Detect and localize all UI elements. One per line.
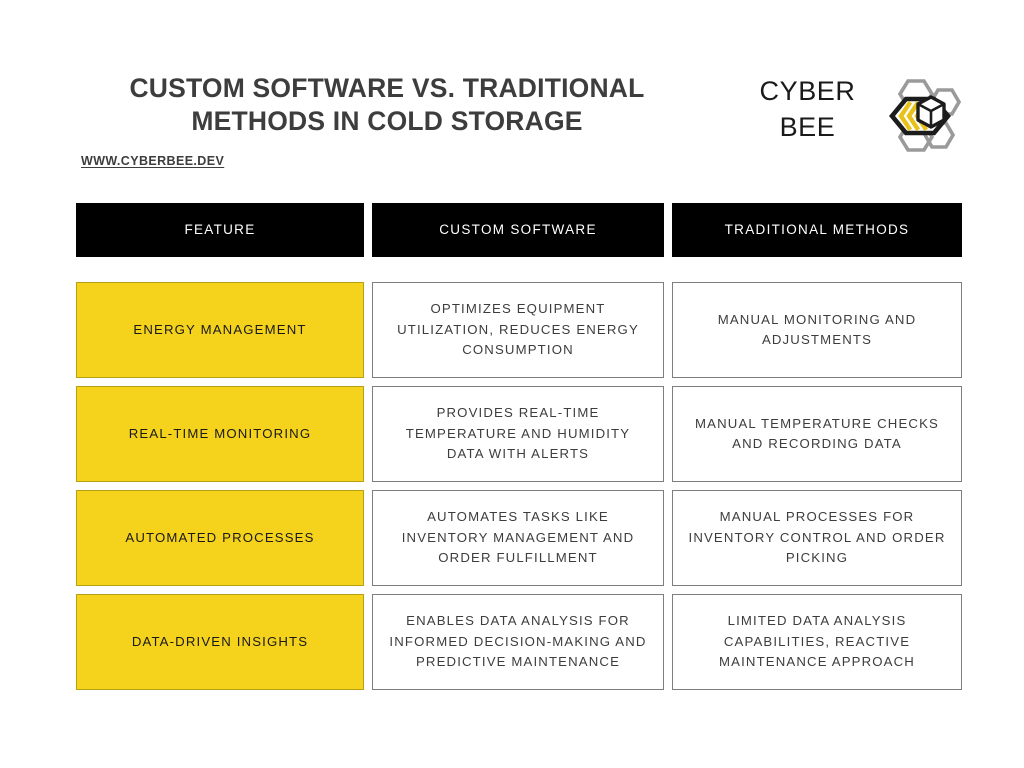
custom-software-cell: PROVIDES REAL-TIME TEMPERATURE AND HUMID… — [372, 386, 664, 482]
table-header-row: FEATURE CUSTOM SOFTWARE TRADITIONAL METH… — [76, 203, 962, 257]
table-row: DATA-DRIVEN INSIGHTS ENABLES DATA ANALYS… — [76, 594, 962, 690]
table-row: ENERGY MANAGEMENT OPTIMIZES EQUIPMENT UT… — [76, 282, 962, 378]
comparison-table: FEATURE CUSTOM SOFTWARE TRADITIONAL METH… — [76, 203, 962, 690]
brand-name: CYBER BEE — [759, 76, 856, 142]
slide-canvas: CUSTOM SOFTWARE VS. TRADITIONAL METHODS … — [0, 0, 1024, 768]
traditional-methods-cell: MANUAL TEMPERATURE CHECKS AND RECORDING … — [672, 386, 962, 482]
page-title: CUSTOM SOFTWARE VS. TRADITIONAL METHODS … — [129, 73, 645, 136]
table-row: AUTOMATED PROCESSES AUTOMATES TASKS LIKE… — [76, 490, 962, 586]
hexagon-bee-logo-icon — [886, 76, 962, 156]
traditional-methods-cell: LIMITED DATA ANALYSIS CAPABILITIES, REAC… — [672, 594, 962, 690]
traditional-methods-cell: MANUAL MONITORING AND ADJUSTMENTS — [672, 282, 962, 378]
column-header-traditional-methods: TRADITIONAL METHODS — [672, 203, 962, 257]
feature-cell: DATA-DRIVEN INSIGHTS — [76, 594, 364, 690]
feature-cell: AUTOMATED PROCESSES — [76, 490, 364, 586]
feature-cell: ENERGY MANAGEMENT — [76, 282, 364, 378]
traditional-methods-cell: MANUAL PROCESSES FOR INVENTORY CONTROL A… — [672, 490, 962, 586]
website-url-link[interactable]: WWW.CYBERBEE.DEV — [81, 154, 224, 168]
feature-cell: REAL-TIME MONITORING — [76, 386, 364, 482]
custom-software-cell: OPTIMIZES EQUIPMENT UTILIZATION, REDUCES… — [372, 282, 664, 378]
table-row: REAL-TIME MONITORING PROVIDES REAL-TIME … — [76, 386, 962, 482]
slide-header: CUSTOM SOFTWARE VS. TRADITIONAL METHODS … — [0, 0, 1024, 185]
custom-software-cell: ENABLES DATA ANALYSIS FOR INFORMED DECIS… — [372, 594, 664, 690]
column-header-custom-software: CUSTOM SOFTWARE — [372, 203, 664, 257]
column-header-feature: FEATURE — [76, 203, 364, 257]
custom-software-cell: AUTOMATES TASKS LIKE INVENTORY MANAGEMEN… — [372, 490, 664, 586]
